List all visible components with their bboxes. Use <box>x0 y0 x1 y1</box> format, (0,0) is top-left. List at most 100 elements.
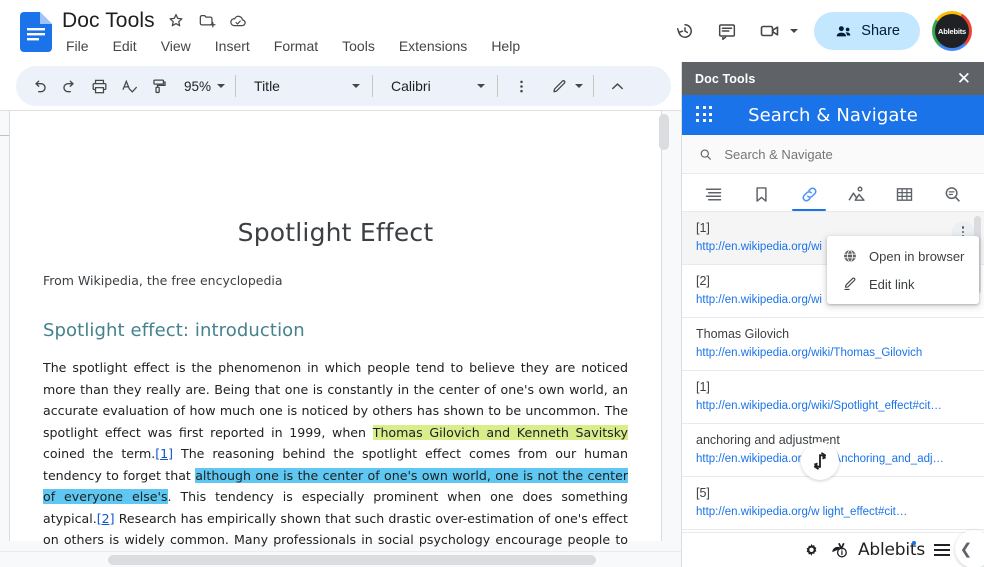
menu-item-help[interactable]: Help <box>487 36 524 56</box>
search-input[interactable] <box>724 146 968 162</box>
menu-item-view[interactable]: View <box>157 36 195 56</box>
brand-dot <box>912 541 916 545</box>
link-url[interactable]: http://en.wikipedia.org/wiki/Spotlight_e… <box>696 398 970 414</box>
panel-footer: Ablebits ❮ <box>682 530 984 567</box>
print-icon <box>92 79 106 93</box>
tab-find[interactable] <box>931 177 973 211</box>
google-docs-icon[interactable] <box>20 12 52 52</box>
page-title[interactable]: Doc Tools <box>62 9 155 33</box>
menu-item-format[interactable]: Format <box>270 36 322 56</box>
paint-format-button[interactable] <box>144 71 174 101</box>
people-icon <box>836 25 851 36</box>
document-subtitle: From Wikipedia, the free encyclopedia <box>43 273 283 288</box>
tab-outline[interactable] <box>693 177 735 211</box>
scrollbar-thumb[interactable] <box>108 555 596 565</box>
list-item[interactable]: Thomas Gilovich http://en.wikipedia.org/… <box>682 318 984 371</box>
formatting-toolbar: 95% Title Calibri <box>16 66 671 106</box>
video-camera-icon <box>760 25 779 37</box>
print-button[interactable] <box>84 71 114 101</box>
font-value: Calibri <box>391 78 431 94</box>
redo-button[interactable] <box>54 71 84 101</box>
menu-item-tools[interactable]: Tools <box>338 36 379 56</box>
more-options-button[interactable] <box>506 71 536 101</box>
undo-button[interactable] <box>24 71 54 101</box>
context-menu-item-open-in-browser[interactable]: Open in browser <box>827 242 979 270</box>
document-paragraph: The spotlight effect is the phenomenon i… <box>43 357 628 567</box>
tab-tables[interactable] <box>883 177 925 211</box>
spellcheck-button[interactable] <box>114 71 144 101</box>
bookmark-icon <box>756 186 767 202</box>
link-chain-icon <box>802 187 817 201</box>
version-history-button[interactable] <box>666 12 704 50</box>
about-info-icon[interactable] <box>829 540 849 560</box>
search-icon <box>700 148 711 160</box>
hide-menus-button[interactable] <box>602 71 632 101</box>
context-menu-label: Edit link <box>869 276 915 292</box>
links-list[interactable]: [1] http://en.wikipedia.org/wi Open in b… <box>682 212 984 532</box>
find-magnifier-icon <box>945 186 960 202</box>
citation-link-2[interactable]: [2] <box>97 511 115 526</box>
chevron-down-icon <box>352 84 361 88</box>
toolbar-divider <box>593 75 595 97</box>
avatar[interactable]: Ablebits <box>932 11 972 51</box>
tab-images[interactable] <box>836 177 878 211</box>
chevron-up-icon <box>611 82 623 89</box>
para-text-2: coined the term. <box>43 446 156 461</box>
scrollbar-thumb[interactable] <box>659 114 669 150</box>
highlight-green-names: Thomas Gilovich and Kenneth Savitsky <box>372 424 628 440</box>
paragraph-style-selector[interactable]: Title <box>244 71 364 101</box>
link-context-menu: Open in browser Edit link <box>827 236 979 304</box>
citation-link-1[interactable]: [1] <box>155 446 173 461</box>
hamburger-menu-icon[interactable] <box>934 544 950 556</box>
panel-title-bar: Doc Tools ✕ <box>682 62 984 95</box>
tab-links[interactable] <box>788 177 830 211</box>
context-menu-label: Open in browser <box>869 248 965 264</box>
addon-header: Search & Navigate <box>682 95 984 135</box>
document-heading: Spotlight Effect <box>237 218 434 247</box>
list-item[interactable]: [5] http://en.wikipedia.org/w light_effe… <box>682 477 984 530</box>
apps-grid-icon[interactable] <box>696 106 714 124</box>
menu-item-file[interactable]: File <box>62 36 93 56</box>
font-selector[interactable]: Calibri <box>381 71 489 101</box>
menu-item-edit[interactable]: Edit <box>109 36 141 56</box>
chevron-down-icon <box>217 84 226 88</box>
menu-item-insert[interactable]: Insert <box>211 36 254 56</box>
comments-button[interactable] <box>708 12 746 50</box>
list-item[interactable]: [1] http://en.wikipedia.org/wi Open in b… <box>682 212 984 304</box>
document-horizontal-scrollbar[interactable] <box>0 551 681 567</box>
image-icon <box>848 186 865 201</box>
google-docs-header: Doc Tools File Edit View Insert Format T… <box>0 0 984 62</box>
zoom-selector[interactable]: 95% <box>176 71 227 101</box>
share-button[interactable]: Share <box>814 12 920 50</box>
redo-icon <box>62 80 74 92</box>
header-actions: Share Ablebits <box>666 8 972 54</box>
addon-side-panel: Doc Tools ✕ Search & Navigate Search & N… <box>681 62 984 567</box>
list-item[interactable]: [1] http://en.wikipedia.org/wiki/Spotlig… <box>682 371 984 424</box>
panel-title: Doc Tools <box>695 71 756 86</box>
toolbar-divider <box>372 75 374 97</box>
meet-button[interactable] <box>750 12 804 50</box>
star-icon[interactable] <box>166 11 186 31</box>
gear-icon[interactable] <box>803 542 820 559</box>
link-title: [1] <box>696 221 710 235</box>
collapse-panel-button[interactable]: ❮ <box>955 530 984 567</box>
undo-icon <box>34 80 46 92</box>
tab-bookmarks[interactable] <box>740 177 782 211</box>
zoom-value: 95% <box>184 78 212 94</box>
document-page[interactable]: Spotlight Effect From Wikipedia, the fre… <box>9 111 662 567</box>
context-menu-item-edit-link[interactable]: Edit link <box>827 270 979 298</box>
link-url[interactable]: http://en.wikipedia.org/w light_effect#c… <box>696 504 970 520</box>
link-url[interactable]: http://en.wikipedia.org/wiki/Thomas_Gilo… <box>696 345 970 361</box>
spellcheck-icon <box>122 79 137 93</box>
link-title: Thomas Gilovich <box>696 327 790 341</box>
editing-mode-button[interactable] <box>542 71 585 101</box>
chevron-left-icon: ❮ <box>959 541 973 558</box>
cloud-saved-icon[interactable] <box>228 11 248 31</box>
close-icon[interactable]: ✕ <box>954 68 974 89</box>
document-section-heading: Spotlight effect: introduction <box>43 320 305 341</box>
chevron-down-icon <box>575 84 584 88</box>
document-vertical-scrollbar[interactable] <box>658 111 670 531</box>
toolbar-divider <box>235 75 237 97</box>
menu-item-extensions[interactable]: Extensions <box>395 36 471 56</box>
move-to-folder-icon[interactable] <box>197 11 217 31</box>
